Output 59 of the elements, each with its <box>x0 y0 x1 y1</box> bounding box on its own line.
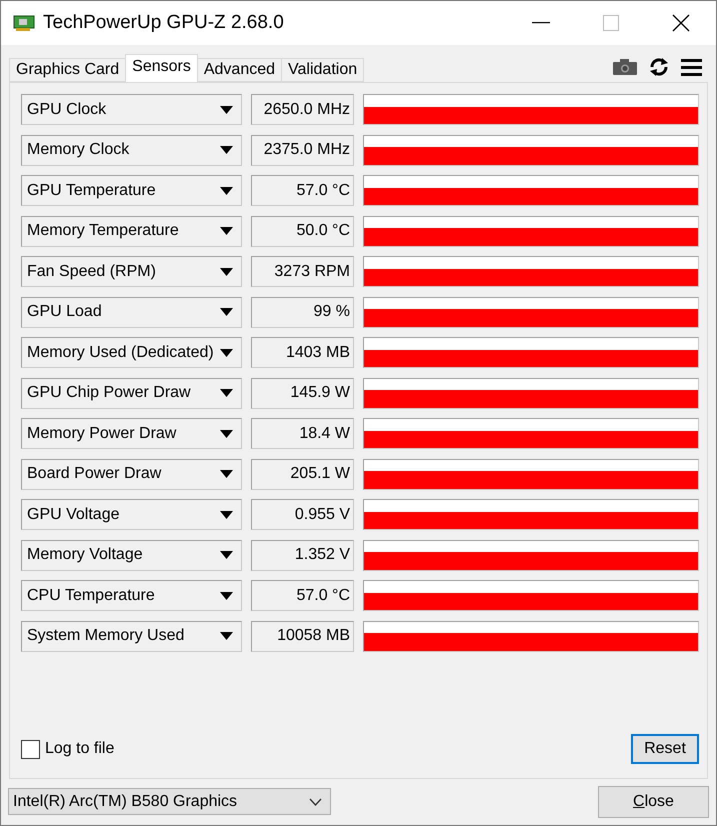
dropdown-arrow-icon[interactable] <box>220 430 233 438</box>
dropdown-arrow-icon[interactable] <box>220 510 233 518</box>
sensor-value: 10058 MB <box>251 620 354 652</box>
sensor-select[interactable]: System Memory Used <box>21 620 242 652</box>
sensor-value: 205.1 W <box>251 458 354 490</box>
dropdown-arrow-icon[interactable] <box>220 348 233 356</box>
sensor-value: 0.955 V <box>251 499 354 530</box>
dropdown-arrow-icon[interactable] <box>220 186 233 194</box>
sensor-value: 18.4 W <box>251 418 354 449</box>
dropdown-arrow-icon[interactable] <box>220 106 233 114</box>
sensor-select[interactable]: Memory Power Draw <box>21 418 242 449</box>
chevron-icon <box>309 798 322 806</box>
checkbox-label: Log to file <box>45 740 114 758</box>
sensor-select[interactable]: Memory Clock <box>21 134 242 166</box>
minimize-icon[interactable] <box>532 22 550 24</box>
dropdown-arrow-icon[interactable] <box>220 592 233 600</box>
dropdown-arrow-icon[interactable] <box>220 632 233 640</box>
sensor-select[interactable]: GPU Temperature <box>21 175 242 206</box>
tab[interactable]: Advanced <box>196 58 282 82</box>
graphics-card-icon <box>13 14 35 32</box>
refresh-icon[interactable] <box>649 58 669 76</box>
sensor-select[interactable]: Memory Temperature <box>21 216 242 246</box>
sensor-value: 3273 RPM <box>251 256 354 287</box>
sensor-value: 145.9 W <box>251 378 354 408</box>
sensor-value: 57.0 °C <box>251 580 354 611</box>
sensor-value: 57.0 °C <box>251 175 354 206</box>
close-button[interactable]: Close <box>598 786 709 818</box>
sensor-select[interactable]: Fan Speed (RPM) <box>21 256 242 287</box>
sensor-select[interactable]: CPU Temperature <box>21 580 242 611</box>
tab[interactable]: Validation <box>281 58 364 82</box>
sensor-value: 1.352 V <box>251 540 354 570</box>
menu-icon[interactable] <box>681 58 702 76</box>
dropdown-arrow-icon[interactable] <box>220 470 233 478</box>
close-icon[interactable] <box>672 14 690 32</box>
sensor-select[interactable]: GPU Voltage <box>21 499 242 530</box>
log-checkbox[interactable] <box>21 740 40 758</box>
sensor-select[interactable]: Memory Used (Dedicated) <box>21 337 242 368</box>
sensor-select[interactable]: Board Power Draw <box>21 458 242 490</box>
dropdown-arrow-icon[interactable] <box>220 308 233 316</box>
tab[interactable]: Sensors <box>125 54 198 82</box>
sensor-value: 50.0 °C <box>251 216 354 246</box>
tab[interactable]: Graphics Card <box>9 58 126 82</box>
dropdown-arrow-icon[interactable] <box>220 146 233 154</box>
window-title: TechPowerUp GPU-Z 2.68.0 <box>43 12 285 34</box>
reset-button[interactable]: Reset <box>631 734 699 764</box>
sensor-value: 2650.0 MHz <box>251 94 354 125</box>
sensor-value: 1403 MB <box>251 337 354 368</box>
dropdown-arrow-icon[interactable] <box>220 227 233 235</box>
sensor-select[interactable]: GPU Chip Power Draw <box>21 378 242 408</box>
device-select[interactable]: Intel(R) Arc(TM) B580 Graphics <box>8 788 331 815</box>
sensor-select[interactable]: Memory Voltage <box>21 540 242 570</box>
sensor-value: 2375.0 MHz <box>251 134 354 166</box>
sensor-select[interactable]: GPU Load <box>21 296 242 328</box>
dropdown-arrow-icon[interactable] <box>220 268 233 276</box>
sensor-select[interactable]: GPU Clock <box>21 94 242 125</box>
camera-icon[interactable] <box>613 59 637 75</box>
dropdown-arrow-icon[interactable] <box>220 389 233 397</box>
sensor-value: 99 % <box>251 296 354 328</box>
dropdown-arrow-icon[interactable] <box>220 551 233 559</box>
